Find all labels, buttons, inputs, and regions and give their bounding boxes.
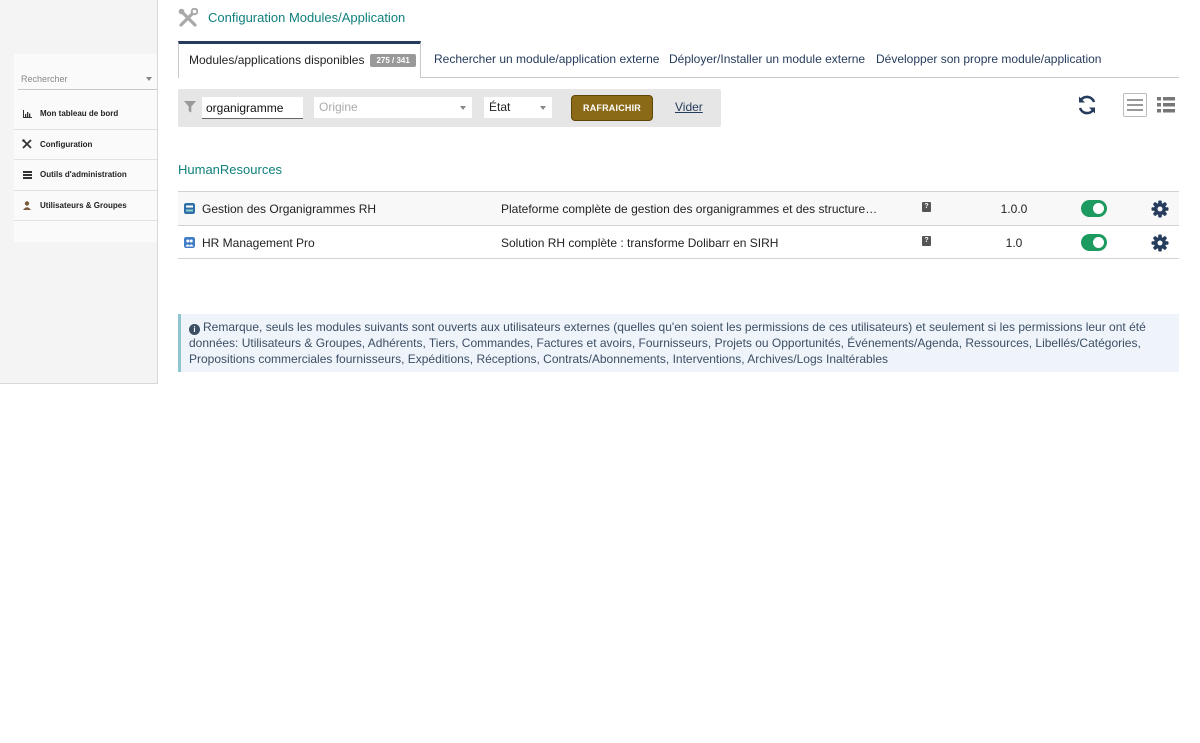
refresh-button[interactable]: RAFRAICHIR [571,95,653,121]
tab-develop-own[interactable]: Développer son propre module/application [876,41,1101,78]
tab-label: Modules/applications disponibles [189,53,365,67]
table-row: Gestion des Organigrammes RH Plateforme … [178,192,1179,226]
user-icon [20,201,34,210]
server-icon [20,170,34,179]
module-version: 1.0.0 [1000,202,1028,216]
module-enable-toggle[interactable] [1081,200,1107,217]
help-icon[interactable]: ? [922,202,931,212]
tab-search-external[interactable]: Rechercher un module/application externe [434,41,659,78]
tools-icon [178,8,198,27]
state-value: État [489,100,511,114]
tools-icon [20,139,34,149]
tab-available-modules[interactable]: Modules/applications disponibles 275 / 34… [178,41,421,78]
module-group-title: HumanResources [178,162,283,177]
gear-icon[interactable] [1151,234,1169,252]
module-enable-toggle[interactable] [1081,233,1107,251]
module-count-badge: 275 / 341 [370,54,416,67]
origin-select[interactable]: Origine [314,97,472,118]
sync-icon[interactable] [1076,94,1098,116]
info-icon: i [189,324,200,335]
chevron-down-icon [540,106,546,110]
sidebar-search-select[interactable]: Rechercher [18,68,157,90]
bar-chart-icon [20,109,34,118]
org-chart-icon [184,203,195,214]
module-description: Plateforme complète de gestion des organ… [501,202,883,216]
sidebar-search-placeholder: Rechercher [21,74,68,84]
sidebar-menu: Mon tableau de bord Configuration Outils… [14,99,157,221]
sidebar-item-configuration[interactable]: Configuration [14,129,157,160]
sidebar-item-label: Configuration [40,139,93,149]
tab-bar: Modules/applications disponibles 275 / 34… [178,41,1179,78]
clear-filters-link[interactable]: Vider [675,100,703,114]
sidebar-item-users-groups[interactable]: Utilisateurs & Groupes [14,190,157,221]
chevron-down-icon [460,106,466,110]
sidebar-item-admin-tools[interactable]: Outils d'administration [14,160,157,191]
sidebar-item-label: Utilisateurs & Groupes [40,200,127,210]
filter-bar: Origine État RAFRAICHIR Vider [178,89,721,127]
module-name: HR Management Pro [202,235,315,250]
origin-placeholder: Origine [319,100,358,114]
filter-icon [184,101,196,113]
help-icon[interactable]: ? [922,235,931,246]
users-icon [184,236,195,248]
info-text: Remarque, seuls les modules suivants son… [189,320,1146,366]
module-description: Solution RH complète : transforme Doliba… [501,235,779,250]
chevron-down-icon [146,77,152,81]
gear-icon[interactable] [1151,200,1169,218]
left-sidebar: Rechercher Mon tableau de bord Configura… [0,0,158,384]
table-row: HR Management Pro Solution RH complète :… [178,226,1179,259]
module-search-input[interactable] [202,97,303,119]
sidebar-item-label: Outils d'administration [40,170,127,180]
module-version: 1.0 [1005,235,1023,250]
detail-view-icon[interactable] [1155,95,1177,115]
modules-table: Gestion des Organigrammes RH Plateforme … [178,191,1179,259]
list-view-icon[interactable] [1123,93,1147,117]
tab-deploy-external[interactable]: Déployer/Installer un module externe [669,41,865,78]
external-users-info-box: i Remarque, seuls les modules suivants so… [178,314,1179,372]
module-name: Gestion des Organigrammes RH [202,202,377,216]
sidebar-item-dashboard[interactable]: Mon tableau de bord [14,99,157,130]
sidebar-item-label: Mon tableau de bord [40,109,119,119]
state-select[interactable]: État [484,97,552,118]
page-title: Configuration Modules/Application [208,10,406,25]
